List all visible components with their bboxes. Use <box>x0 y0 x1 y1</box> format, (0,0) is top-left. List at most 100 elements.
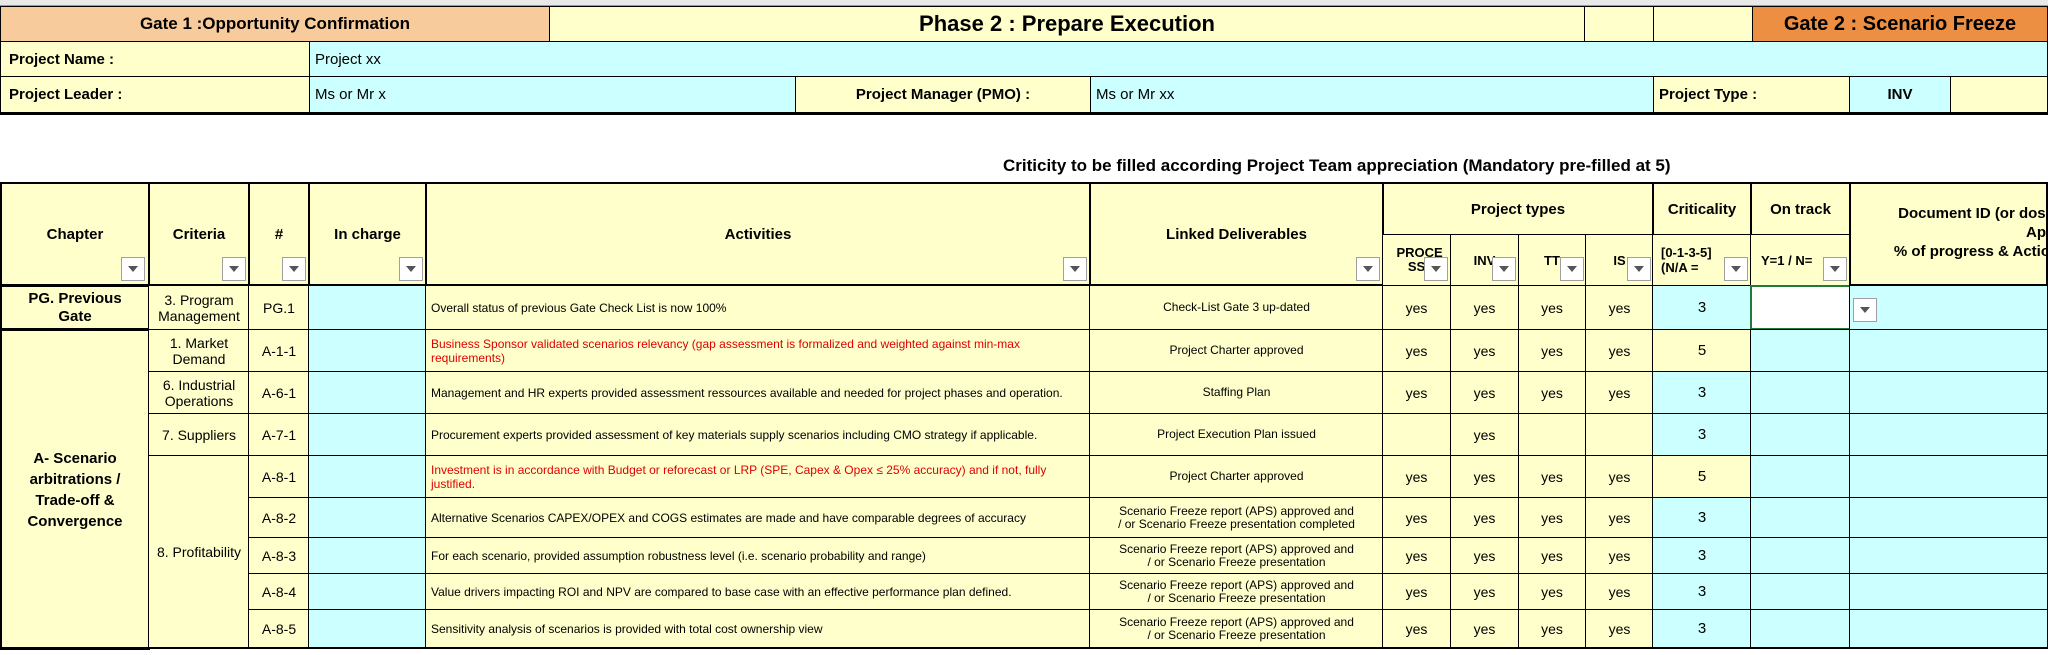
project-type-s-cell[interactable]: yes <box>1585 573 1654 610</box>
project-type-i-cell[interactable]: yes <box>1450 609 1519 648</box>
document-id-cell[interactable] <box>1849 573 2048 610</box>
in-charge-cell[interactable] <box>308 329 427 372</box>
project-type-s-cell[interactable]: yes <box>1585 455 1654 498</box>
project-type-t-cell[interactable]: yes <box>1518 609 1586 648</box>
project-type-t-cell[interactable]: yes <box>1518 537 1586 574</box>
in-charge-cell[interactable] <box>308 285 427 330</box>
document-id-cell[interactable] <box>1849 537 2048 574</box>
on-track-cell[interactable] <box>1750 537 1851 574</box>
header-activities[interactable]: Activities <box>425 182 1091 286</box>
project-type-i-cell[interactable]: yes <box>1450 371 1519 414</box>
activity-cell[interactable]: Sensitivity analysis of scenarios is pro… <box>425 609 1091 648</box>
project-leader-label[interactable]: Project Leader : <box>0 76 310 113</box>
row-number-cell[interactable]: A-8-4 <box>248 573 310 610</box>
project-type-p-cell[interactable]: yes <box>1382 285 1451 330</box>
row-number-cell[interactable]: PG.1 <box>248 285 310 330</box>
header-linked-deliverables[interactable]: Linked Deliverables <box>1089 182 1384 286</box>
criticality-cell[interactable]: 3 <box>1652 371 1752 414</box>
activity-cell[interactable]: For each scenario, provided assumption r… <box>425 537 1091 574</box>
project-type-t-cell[interactable]: yes <box>1518 329 1586 372</box>
row-number-cell[interactable]: A-1-1 <box>248 329 310 372</box>
filter-dropdown-criteria[interactable] <box>222 257 246 281</box>
filter-dropdown-number[interactable] <box>282 257 306 281</box>
deliverable-cell[interactable]: Scenario Freeze report (APS) approved an… <box>1089 573 1384 610</box>
in-charge-cell[interactable] <box>308 497 427 538</box>
on-track-cell[interactable] <box>1750 455 1851 498</box>
row-number-cell[interactable]: A-7-1 <box>248 413 310 456</box>
header-project-types[interactable]: Project types <box>1382 182 1654 236</box>
project-type-p-cell[interactable]: yes <box>1382 497 1451 538</box>
gate2-header[interactable]: Gate 2 : Scenario Freeze <box>1752 6 2048 42</box>
project-type-s-cell[interactable]: yes <box>1585 371 1654 414</box>
in-charge-cell[interactable] <box>308 455 427 498</box>
in-charge-cell[interactable] <box>308 371 427 414</box>
filter-dropdown-in-charge[interactable] <box>399 257 423 281</box>
empty-cell[interactable] <box>1584 6 1654 42</box>
project-type-t-cell[interactable]: yes <box>1518 497 1586 538</box>
project-name-label[interactable]: Project Name : <box>0 41 310 77</box>
criteria-cell[interactable]: 7. Suppliers <box>148 413 250 456</box>
filter-dropdown-chapter[interactable] <box>121 257 145 281</box>
filter-dropdown-criticality[interactable] <box>1724 257 1748 281</box>
in-charge-cell[interactable] <box>308 537 427 574</box>
criticality-cell[interactable]: 3 <box>1652 497 1752 538</box>
project-type-t-cell[interactable]: yes <box>1518 285 1586 330</box>
project-leader-field[interactable]: Ms or Mr x <box>309 76 796 113</box>
project-type-p-cell[interactable]: yes <box>1382 329 1451 372</box>
criticality-cell[interactable]: 3 <box>1652 573 1752 610</box>
project-type-s-cell[interactable]: yes <box>1585 537 1654 574</box>
project-type-i-cell[interactable]: yes <box>1450 573 1519 610</box>
project-type-field[interactable]: INV <box>1849 76 1951 113</box>
deliverable-cell[interactable]: Scenario Freeze report (APS) approved an… <box>1089 497 1384 538</box>
header-on-track[interactable]: On track <box>1750 182 1851 236</box>
project-type-i-cell[interactable]: yes <box>1450 285 1519 330</box>
filter-dropdown-linked[interactable] <box>1356 257 1380 281</box>
project-type-p-cell[interactable]: yes <box>1382 455 1451 498</box>
project-type-t-cell[interactable]: yes <box>1518 573 1586 610</box>
criteria-cell[interactable]: 6. Industrial Operations <box>148 371 250 414</box>
filter-dropdown-process[interactable] <box>1424 257 1448 281</box>
on-track-cell[interactable] <box>1750 285 1851 330</box>
on-track-cell[interactable] <box>1750 329 1851 372</box>
project-type-i-cell[interactable]: yes <box>1450 537 1519 574</box>
header-document-id[interactable]: Document ID (or doss Ap % of progress & … <box>1849 182 2048 286</box>
criteria-cell[interactable]: 3. Program Management <box>148 285 250 330</box>
project-type-t-cell[interactable]: yes <box>1518 371 1586 414</box>
criticality-cell[interactable]: 3 <box>1652 285 1752 330</box>
filter-dropdown-tt[interactable] <box>1560 257 1584 281</box>
document-id-cell[interactable] <box>1849 413 2048 456</box>
document-id-cell[interactable] <box>1849 371 2048 414</box>
activity-cell[interactable]: Investment is in accordance with Budget … <box>425 455 1091 498</box>
deliverable-cell[interactable]: Staffing Plan <box>1089 371 1384 414</box>
deliverable-cell[interactable]: Scenario Freeze report (APS) approved an… <box>1089 537 1384 574</box>
document-id-cell[interactable] <box>1849 329 2048 372</box>
filter-dropdown-is[interactable] <box>1627 257 1651 281</box>
project-type-p-cell[interactable]: yes <box>1382 371 1451 414</box>
gate1-header[interactable]: Gate 1 :Opportunity Confirmation <box>0 6 550 42</box>
criticality-cell[interactable]: 5 <box>1652 329 1752 372</box>
filter-dropdown-on-track[interactable] <box>1823 257 1847 281</box>
activity-cell[interactable]: Alternative Scenarios CAPEX/OPEX and COG… <box>425 497 1091 538</box>
project-type-s-cell[interactable]: yes <box>1585 329 1654 372</box>
project-type-t-cell[interactable] <box>1518 413 1586 456</box>
project-manager-field[interactable]: Ms or Mr xx <box>1090 76 1654 113</box>
project-type-i-cell[interactable]: yes <box>1450 497 1519 538</box>
activity-cell[interactable]: Business Sponsor validated scenarios rel… <box>425 329 1091 372</box>
row-number-cell[interactable]: A-8-5 <box>248 609 310 648</box>
empty-cell[interactable] <box>1653 6 1753 42</box>
chapter-scenario-arbitrations[interactable]: A- Scenario arbitrations / Trade-off & C… <box>0 329 150 650</box>
project-type-p-cell[interactable]: yes <box>1382 537 1451 574</box>
header-criticality[interactable]: Criticality <box>1652 182 1752 236</box>
document-id-cell[interactable] <box>1849 497 2048 538</box>
on-track-cell[interactable] <box>1750 497 1851 538</box>
on-track-cell[interactable] <box>1750 371 1851 414</box>
project-type-label[interactable]: Project Type : <box>1653 76 1850 113</box>
deliverable-cell[interactable]: Check-List Gate 3 up-dated <box>1089 285 1384 330</box>
deliverable-cell[interactable]: Scenario Freeze report (APS) approved an… <box>1089 609 1384 648</box>
project-type-s-cell[interactable] <box>1585 413 1654 456</box>
criticality-cell[interactable]: 3 <box>1652 609 1752 648</box>
in-charge-cell[interactable] <box>308 609 427 648</box>
document-id-cell[interactable] <box>1849 285 2048 330</box>
project-type-s-cell[interactable]: yes <box>1585 285 1654 330</box>
activity-cell[interactable]: Management and HR experts provided asses… <box>425 371 1091 414</box>
